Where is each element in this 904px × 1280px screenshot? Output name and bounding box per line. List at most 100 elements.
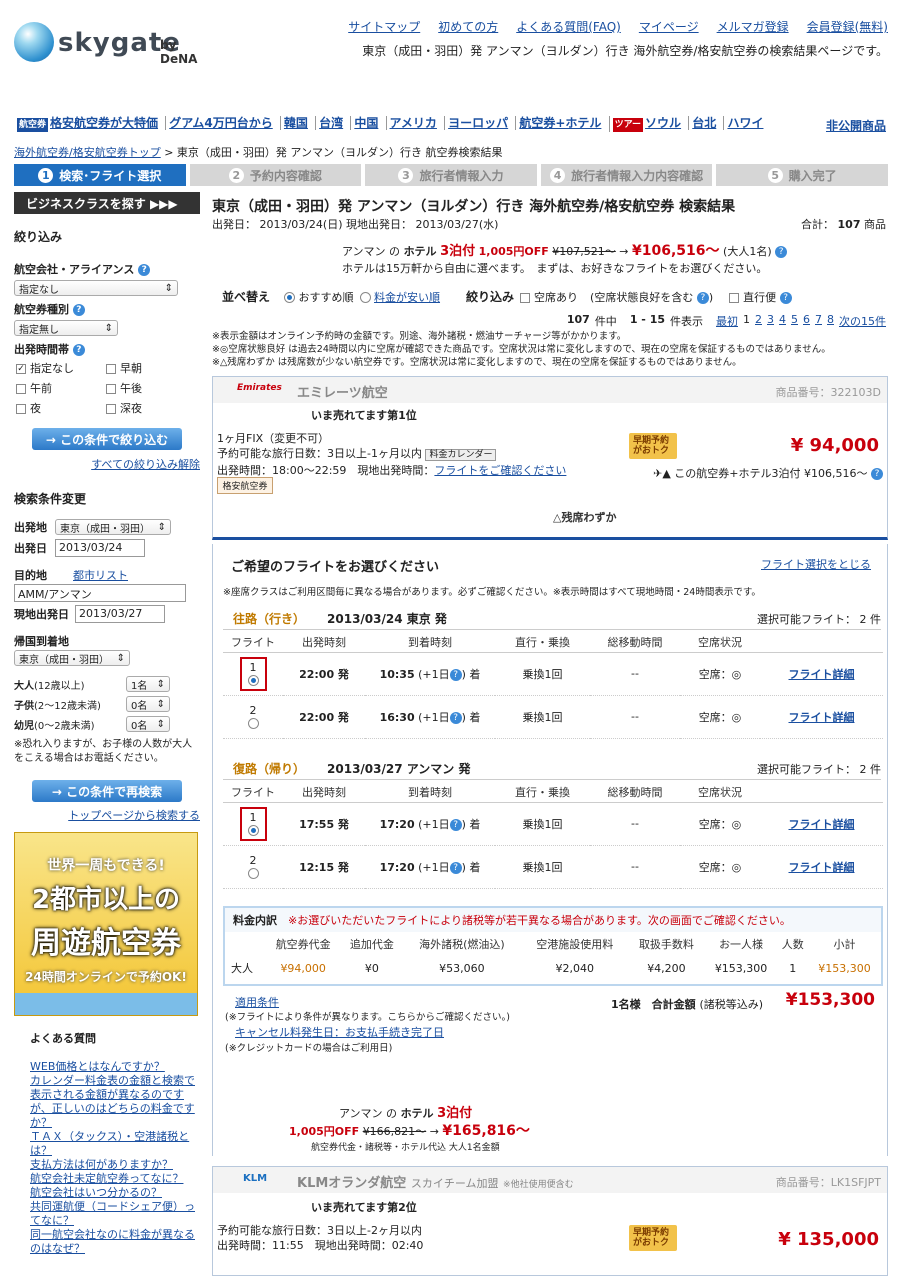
promo-link-hawaii[interactable]: ハワイ [727, 116, 763, 130]
table-row[interactable]: 2 12:15 発 17:20 (+1日?) 着 乗換1回 -- 空席：◎ フラ… [223, 845, 883, 889]
pager-first[interactable]: 最初 [716, 313, 738, 329]
promo-item[interactable]: グアム4万円台から [165, 116, 276, 130]
clear-filters-link[interactable]: すべての絞り込み解除 [91, 458, 200, 471]
promo-link-taiwan[interactable]: 台湾 [319, 116, 343, 130]
help-icon[interactable]: ? [449, 861, 462, 874]
hotel-promo[interactable]: アンマン の ホテル 3泊付 1,005円OFF ¥107,521〜 → ¥10… [342, 240, 788, 260]
roundtrip-banner[interactable]: 世界一周もできる! 2都市以上の 周遊航空券 24時間オンラインで予約OK! [14, 832, 198, 1016]
pager-page[interactable]: 7 [815, 313, 822, 329]
flight-select-radio[interactable]: 2 [242, 702, 265, 732]
ticket-type-select[interactable]: 指定無し ⇕ [14, 320, 118, 336]
link-beginners[interactable]: 初めての方 [438, 18, 498, 35]
link-faq[interactable]: よくある質問(FAQ) [516, 18, 621, 35]
promo-link-korea[interactable]: 韓国 [284, 116, 308, 130]
link-register[interactable]: 会員登録(無料) [807, 18, 888, 35]
help-icon[interactable]: ? [871, 468, 883, 480]
pager-page[interactable]: 2 [755, 313, 762, 329]
flight-detail-link[interactable]: フライト詳細 [789, 711, 855, 724]
faq-item[interactable]: 同一航空会社なのに料金が異なるのはなぜ？ [30, 1228, 195, 1255]
filter-available[interactable]: 空席あり [520, 289, 578, 305]
table-row[interactable]: 1 22:00 発 10:35 (+1日?) 着 乗換1回 -- 空席：◎ フラ… [223, 652, 883, 696]
promo-item[interactable]: ヨーロッパ [444, 116, 511, 130]
link-newsletter[interactable]: メルマガ登録 [717, 18, 789, 35]
pager-page[interactable]: 6 [803, 313, 810, 329]
site-logo[interactable]: skygate by DeNA [14, 20, 204, 66]
promo-item[interactable]: 航空券+ホテル [515, 116, 604, 130]
filter-apply-button[interactable]: → この条件で絞り込む [32, 428, 182, 450]
return-select[interactable]: 東京（成田・羽田） ⇕ [14, 650, 130, 666]
help-icon[interactable]: ? [779, 291, 792, 304]
link-sitemap[interactable]: サイトマップ [348, 18, 420, 35]
promo-link-sale[interactable]: 格安航空券が大特価 [50, 116, 158, 130]
conditions-link[interactable]: 適用条件 [235, 994, 279, 1010]
promo-link-taipei[interactable]: 台北 [692, 116, 716, 130]
filter-direct[interactable]: 直行便 ? [729, 289, 792, 305]
cancel-link[interactable]: キャンセル料発生日：お支払手続き完了日 [235, 1024, 444, 1040]
pager-page[interactable]: 4 [779, 313, 786, 329]
breadcrumb-home[interactable]: 海外航空券/格安航空券トップ [14, 146, 161, 159]
dep-select[interactable]: 東京（成田・羽田） ⇕ [55, 519, 171, 535]
research-button[interactable]: → この条件で再検索 [32, 780, 182, 802]
infant-select[interactable]: 0名 ⇕ [126, 716, 170, 732]
airline-select[interactable]: 指定なし ⇕ [14, 280, 178, 296]
child-select[interactable]: 0名 ⇕ [126, 696, 170, 712]
faq-item[interactable]: カレンダー料金表の金額と検索で表示される金額が異なるのですが、正しいのはどちらの… [30, 1074, 195, 1129]
promo-item[interactable]: 台北 [688, 116, 719, 130]
combo-price[interactable]: ✈▲ この航空券+ホテル3泊付 ¥106,516〜 ? [653, 465, 883, 481]
promo-item[interactable]: ツアー ソウル [608, 116, 684, 132]
time-opt-none[interactable]: ✓ 指定なし [16, 360, 106, 376]
time-opt-pm[interactable]: 午後 [106, 380, 196, 396]
filter-good[interactable]: (空席状態良好を含む ?) [590, 289, 713, 305]
promo-item[interactable]: アメリカ [385, 116, 440, 130]
business-class-button[interactable]: ビジネスクラスを探す ▶▶▶ [14, 192, 200, 214]
close-select-link[interactable]: フライト選択をとじる [761, 556, 871, 572]
pager-next[interactable]: 次の15件 [839, 313, 886, 329]
faq-item[interactable]: WEB価格とはなんですか？ [30, 1060, 165, 1073]
promo-link-air-hotel[interactable]: 航空券+ホテル [519, 116, 601, 130]
help-icon[interactable]: ? [72, 344, 85, 356]
promo-item[interactable]: ハワイ [723, 116, 766, 130]
depdate-input[interactable]: 2013/03/24 [55, 539, 145, 557]
sort-price[interactable]: 料金が安い順 [359, 289, 440, 305]
time-opt-night[interactable]: 夜 [16, 400, 106, 416]
promo-item-sale[interactable]: 航空券 格安航空券が大特価 [14, 116, 161, 132]
time-opt-am[interactable]: 午前 [16, 380, 106, 396]
faq-item[interactable]: ＴＡＸ（タックス）・空港諸税とは？ [30, 1130, 189, 1157]
localdate-input[interactable]: 2013/03/27 [75, 605, 165, 623]
flight-select-radio[interactable]: 1 [239, 806, 267, 841]
city-list-link[interactable]: 都市リスト [73, 569, 128, 582]
sort-recommended[interactable]: おすすめ順 [284, 289, 354, 305]
promo-link-america[interactable]: アメリカ [390, 116, 437, 130]
flight-detail-link[interactable]: フライト詳細 [789, 668, 855, 681]
pager-page[interactable]: 3 [767, 313, 774, 329]
flight-detail-link[interactable]: フライト詳細 [789, 818, 855, 831]
faq-item[interactable]: 支払方法は何がありますか？ [30, 1158, 173, 1171]
sort-price-label[interactable]: 料金が安い順 [374, 291, 440, 304]
private-deals-link[interactable]: 非公開商品 [826, 117, 886, 134]
faq-item[interactable]: 航空会社はいつ分かるの？ [30, 1186, 162, 1199]
time-opt-early[interactable]: 早朝 [106, 360, 196, 376]
top-search-link[interactable]: トップページから検索する [68, 809, 200, 822]
promo-item[interactable]: 韓国 [279, 116, 311, 130]
pager-page[interactable]: 5 [791, 313, 798, 329]
table-row[interactable]: 2 22:00 発 16:30 (+1日?) 着 乗換1回 -- 空席：◎ フラ… [223, 695, 883, 739]
help-icon[interactable]: ? [449, 668, 462, 681]
help-icon[interactable]: ? [696, 291, 709, 304]
help-icon[interactable]: ? [72, 304, 85, 316]
promo-item[interactable]: 台湾 [315, 116, 346, 130]
table-row[interactable]: 1 17:55 発 17:20 (+1日?) 着 乗換1回 -- 空席：◎ フラ… [223, 802, 883, 846]
faq-item[interactable]: 共同運航便（コードシェア便）ってなに？ [30, 1200, 195, 1227]
help-icon[interactable]: ? [449, 818, 462, 831]
help-icon[interactable]: ? [449, 711, 462, 724]
dest-input[interactable]: AMM/アンマン [14, 584, 186, 602]
promo-link-china[interactable]: 中国 [354, 116, 378, 130]
promo-link-seoul[interactable]: ソウル [645, 116, 681, 130]
help-icon[interactable]: ? [138, 264, 151, 276]
pager-page[interactable]: 8 [827, 313, 834, 329]
flight-select-radio[interactable]: 1 [239, 656, 267, 691]
check-flight-link[interactable]: フライトをご確認ください [434, 464, 566, 477]
promo-link-europe[interactable]: ヨーロッパ [448, 116, 508, 130]
link-mypage[interactable]: マイページ [639, 18, 699, 35]
adult-select[interactable]: 1名 ⇕ [126, 676, 170, 692]
flight-detail-link[interactable]: フライト詳細 [789, 861, 855, 874]
